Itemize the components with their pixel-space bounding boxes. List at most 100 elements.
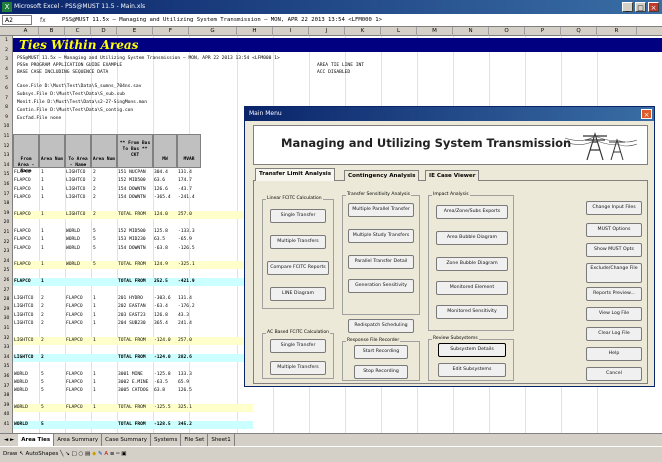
table-cell[interactable]: WORLD (14, 404, 28, 412)
table-cell[interactable]: 2 (41, 320, 44, 328)
row-header[interactable]: 31 (0, 326, 13, 331)
table-cell[interactable]: -303.6 (154, 295, 171, 303)
row-header[interactable]: 20 (0, 220, 13, 225)
row-header[interactable]: 15 (0, 172, 13, 177)
table-cell[interactable]: LIGHTCO (14, 320, 33, 328)
row-header[interactable]: 41 (0, 422, 13, 427)
table-cell[interactable]: FLAPCO (66, 337, 83, 345)
tab-transfer-limit-analysis[interactable]: Transfer Limit Analysis (255, 168, 336, 181)
table-cell[interactable]: 133.3 (178, 371, 192, 379)
table-cell[interactable]: 1 (41, 211, 44, 219)
dialog-close-icon[interactable]: × (641, 109, 652, 119)
table-cell[interactable]: FLAPCO (14, 211, 31, 219)
monitored-element-button[interactable]: Monitored Element (436, 281, 508, 295)
row-header[interactable]: 12 (0, 144, 13, 149)
column-header[interactable]: C (65, 27, 91, 36)
table-cell[interactable]: FLAPCO (14, 186, 31, 194)
area-bubble-button[interactable]: Area Bubble Diagram (436, 231, 508, 245)
table-cell[interactable]: LIGHTCO (66, 186, 85, 194)
table-cell[interactable]: 1 (41, 169, 44, 177)
table-cell[interactable]: FLAPCO (14, 169, 31, 177)
redispatch-button[interactable]: Redispatch Scheduling (348, 319, 414, 333)
table-cell[interactable]: 124.9 (154, 261, 168, 269)
row-header[interactable]: 33 (0, 345, 13, 350)
help-button[interactable]: Help (586, 347, 642, 361)
table-cell[interactable]: 3001 MINE (118, 371, 143, 379)
table-cell[interactable]: -128.5 (154, 421, 171, 429)
single-transfer-button[interactable]: Single Transfer (270, 209, 326, 223)
table-cell[interactable]: LIGHTCO (14, 354, 33, 362)
sheet-tab[interactable]: Systems (151, 434, 182, 446)
table-cell[interactable]: FLAPCO (66, 303, 83, 311)
table-cell[interactable]: 257.0 (178, 337, 192, 345)
table-cell[interactable]: 3005 CATDOG (118, 387, 148, 395)
table-cell[interactable]: 1 (93, 379, 96, 387)
column-header[interactable]: A (13, 27, 39, 36)
row-header[interactable]: 6 (0, 86, 13, 91)
clear-log-file-button[interactable]: Clear Log File (586, 327, 642, 341)
table-cell[interactable]: 1 (41, 261, 44, 269)
table-cell[interactable]: TOTAL FROM (118, 278, 146, 286)
table-cell[interactable]: 1 (41, 228, 44, 236)
table-cell[interactable]: 1 (93, 312, 96, 320)
table-cell[interactable]: 282.6 (178, 354, 192, 362)
table-cell[interactable]: TOTAL FROM (118, 261, 146, 269)
change-input-files-button[interactable]: Change Input Files (586, 201, 642, 215)
table-cell[interactable]: FLAPCO (14, 228, 31, 236)
tab-ie-case-viewer[interactable]: IE Case Viewer (425, 170, 480, 181)
table-cell[interactable]: -65.9 (178, 236, 192, 244)
table-cell[interactable]: LIGHTCO (14, 337, 33, 345)
table-cell[interactable]: 1 (41, 245, 44, 253)
table-cell[interactable]: LIGHTCO (66, 169, 85, 177)
autoshapes-menu[interactable]: AutoShapes (25, 451, 58, 457)
tab-scroll-icon[interactable]: ◄ ► (0, 437, 18, 443)
column-header[interactable]: M (417, 27, 453, 36)
column-header[interactable]: J (309, 27, 345, 36)
row-header[interactable]: 21 (0, 230, 13, 235)
show-must-opts-button[interactable]: Show MUST Opts (586, 243, 642, 257)
table-cell[interactable]: -325.1 (178, 261, 195, 269)
table-cell[interactable]: FLAPCO (66, 295, 83, 303)
table-cell[interactable]: -125.5 (154, 404, 171, 412)
multiple-parallel-button[interactable]: Multiple Parallel Transfer (348, 203, 414, 217)
column-header[interactable]: Q (561, 27, 597, 36)
row-header[interactable]: 17 (0, 192, 13, 197)
table-cell[interactable]: WORLD (66, 236, 80, 244)
table-cell[interactable]: -63.5 (154, 379, 168, 387)
table-cell[interactable]: 2 (41, 337, 44, 345)
close-button[interactable]: × (648, 2, 659, 12)
row-header[interactable]: 30 (0, 316, 13, 321)
table-cell[interactable]: 3002 E.MINE (118, 379, 148, 387)
table-cell[interactable]: FLAPCO (66, 387, 83, 395)
table-cell[interactable]: 153 MID230 (118, 236, 146, 244)
table-cell[interactable]: -63.8 (154, 245, 168, 253)
column-header[interactable]: D (91, 27, 117, 36)
table-cell[interactable]: 63.8 (154, 387, 165, 395)
table-cell[interactable]: 154 DOWNTN (118, 186, 146, 194)
table-cell[interactable]: TOTAL FROM (118, 337, 146, 345)
sheet-tab[interactable]: Case Summary (102, 434, 151, 446)
table-cell[interactable]: 2 (41, 354, 44, 362)
table-cell[interactable]: FLAPCO (66, 404, 83, 412)
table-cell[interactable]: 126.5 (178, 387, 192, 395)
table-cell[interactable]: 2 (41, 295, 44, 303)
row-header[interactable]: 2 (0, 48, 13, 53)
table-cell[interactable]: 5 (41, 421, 44, 429)
row-header[interactable]: 14 (0, 163, 13, 168)
table-cell[interactable]: WORLD (66, 245, 80, 253)
row-header[interactable]: 24 (0, 259, 13, 264)
table-cell[interactable]: 1 (93, 320, 96, 328)
column-header[interactable]: L (381, 27, 417, 36)
table-cell[interactable]: -241.4 (178, 194, 195, 202)
row-header[interactable]: 34 (0, 355, 13, 360)
table-cell[interactable]: LIGHTCO (66, 194, 85, 202)
row-header[interactable]: 37 (0, 384, 13, 389)
table-cell[interactable]: FLAPCO (14, 236, 31, 244)
sheet-tab[interactable]: File Set (181, 434, 209, 446)
row-header[interactable]: 1 (0, 38, 13, 43)
row-header[interactable]: 23 (0, 249, 13, 254)
table-cell[interactable]: 1 (93, 337, 96, 345)
column-header[interactable]: O (489, 27, 525, 36)
table-cell[interactable]: WORLD (14, 379, 28, 387)
table-cell[interactable]: 1 (41, 177, 44, 185)
